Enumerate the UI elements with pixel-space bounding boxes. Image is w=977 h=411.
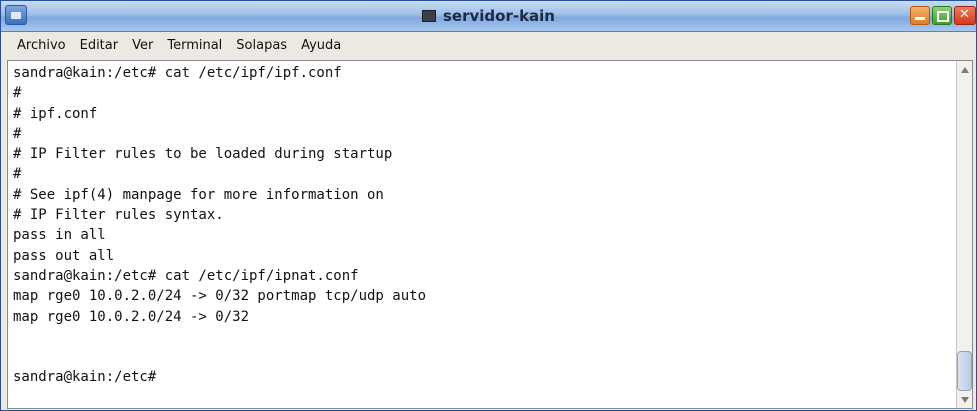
maximize-icon[interactable] bbox=[932, 6, 952, 25]
terminal-line: map rge0 10.0.2.0/24 -> 0/32 bbox=[13, 308, 250, 325]
menu-ayuda[interactable]: Ayuda bbox=[301, 38, 341, 53]
window-title: servidor-kain bbox=[442, 7, 555, 25]
menu-archivo[interactable]: Archivo bbox=[17, 38, 66, 53]
terminal-line: # bbox=[13, 166, 22, 183]
terminal-line: # IP Filter rules to be loaded during st… bbox=[13, 146, 393, 163]
title-container: servidor-kain bbox=[1, 1, 976, 31]
terminal-line: pass out all bbox=[13, 247, 115, 264]
terminal-line: # bbox=[13, 125, 22, 142]
title-bar[interactable]: servidor-kain bbox=[1, 1, 976, 32]
terminal-line: # See ipf(4) manpage for more informatio… bbox=[13, 186, 384, 203]
terminal-line: # bbox=[13, 85, 22, 102]
terminal-output[interactable]: sandra@kain:/etc# cat /etc/ipf/ipf.conf #… bbox=[13, 63, 953, 407]
terminal-prompt-line: sandra@kain:/etc# bbox=[13, 369, 157, 386]
vertical-scrollbar[interactable] bbox=[956, 61, 972, 408]
scrollbar-thumb[interactable] bbox=[957, 351, 972, 391]
terminal-line: sandra@kain:/etc# cat /etc/ipf/ipf.conf bbox=[13, 65, 342, 81]
terminal-window: servidor-kain Archivo Editar Ver Termina… bbox=[0, 0, 977, 411]
menu-solapas[interactable]: Solapas bbox=[236, 38, 287, 53]
scroll-down-arrow-icon[interactable] bbox=[959, 394, 971, 406]
terminal-line: # IP Filter rules syntax. bbox=[13, 207, 224, 224]
minimize-icon[interactable] bbox=[910, 6, 930, 25]
menu-terminal[interactable]: Terminal bbox=[167, 38, 222, 53]
close-icon[interactable] bbox=[954, 6, 976, 25]
menu-editar[interactable]: Editar bbox=[80, 38, 119, 53]
terminal-line: sandra@kain:/etc# cat /etc/ipf/ipnat.con… bbox=[13, 267, 359, 284]
terminal-icon bbox=[421, 10, 436, 22]
terminal-area[interactable]: sandra@kain:/etc# cat /etc/ipf/ipf.conf #… bbox=[7, 60, 973, 409]
terminal-line: # ipf.conf bbox=[13, 105, 98, 122]
menu-bar: Archivo Editar Ver Terminal Solapas Ayud… bbox=[1, 32, 976, 58]
terminal-line: map rge0 10.0.2.0/24 -> 0/32 portmap tcp… bbox=[13, 288, 427, 305]
menu-ver[interactable]: Ver bbox=[132, 38, 153, 53]
terminal-line: pass in all bbox=[13, 227, 106, 244]
scroll-up-arrow-icon[interactable] bbox=[959, 63, 971, 77]
